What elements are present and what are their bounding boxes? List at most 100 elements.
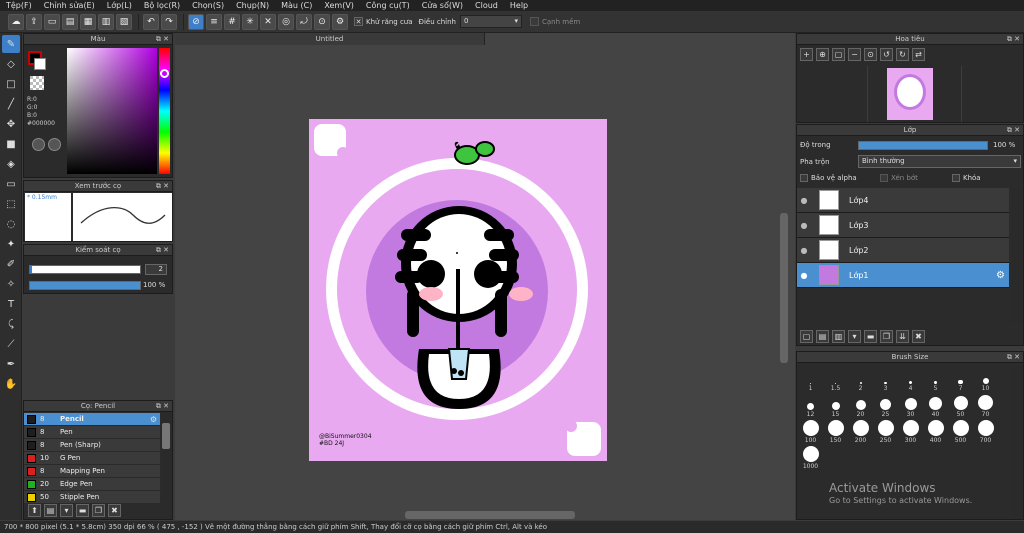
layer-opacity-slider[interactable] — [858, 141, 988, 150]
list-item[interactable]: 8 Pencil ⚙ — [24, 413, 160, 426]
brush-size-cell[interactable]: 2 — [848, 366, 873, 392]
eraser-tool-icon[interactable]: ◇ — [2, 55, 20, 73]
flip-icon[interactable]: ⇄ — [912, 48, 925, 61]
snap-circle-icon[interactable]: ◎ — [278, 13, 294, 30]
pen-tool-icon[interactable]: ✒ — [2, 355, 20, 373]
list-item[interactable]: 8 Mapping Pen — [24, 465, 160, 478]
panel-controls-icon[interactable]: ⧉ ✕ — [156, 401, 169, 412]
snap-grid-icon[interactable]: # — [224, 13, 240, 30]
new-8bit-layer-icon[interactable]: ▥ — [832, 330, 845, 343]
panel-controls-icon[interactable]: ⧉ ✕ — [1007, 352, 1020, 363]
list-item[interactable]: 8 Pen — [24, 426, 160, 439]
folder-icon[interactable]: ▬ — [864, 330, 877, 343]
trash-icon[interactable]: ✖ — [108, 504, 121, 517]
antialias-checkbox[interactable]: ✕ — [354, 17, 363, 26]
layer-item[interactable]: ● Lớp4 — [797, 188, 1009, 213]
layer-menu-icon[interactable]: ▾ — [848, 330, 861, 343]
list-item[interactable]: 20 Edge Pen — [24, 478, 160, 491]
brush-size-cell[interactable]: 250 — [873, 418, 898, 444]
brush-size-cell[interactable]: 15 — [823, 392, 848, 418]
brush-size-cell[interactable]: 70 — [973, 392, 998, 418]
soft-edge-checkbox[interactable] — [530, 17, 539, 26]
eye-icon[interactable]: ● — [797, 246, 811, 255]
brush-size-slider[interactable] — [29, 265, 141, 274]
menu-layer[interactable]: Lớp(L) — [101, 0, 138, 11]
lock-option[interactable]: Khóa — [952, 174, 981, 182]
snap-curve-icon[interactable]: ⤾ — [296, 13, 312, 30]
panel-controls-icon[interactable]: ⧉ ✕ — [156, 245, 169, 256]
adjust-select[interactable]: 0 ▾ — [460, 15, 522, 28]
vertical-scrollbar[interactable] — [780, 213, 788, 363]
select-eraser-tool-icon[interactable]: ✧ — [2, 275, 20, 293]
trash-icon[interactable]: ✖ — [912, 330, 925, 343]
menu-file[interactable]: Tệp(F) — [0, 0, 38, 11]
canvas-area[interactable]: Untitled @BiSummer0304 #BD 24J — [175, 33, 795, 520]
brush-size-cell[interactable]: 12 — [798, 392, 823, 418]
brush-size-cell[interactable]: 40 — [923, 392, 948, 418]
duplicate-layer-icon[interactable]: ❐ — [880, 330, 893, 343]
hue-handle[interactable] — [160, 69, 169, 78]
zoom-fit-icon[interactable]: ⊕ — [816, 48, 829, 61]
lasso-tool-icon[interactable]: ◌ — [2, 215, 20, 233]
layer-item[interactable]: ● Lớp3 — [797, 213, 1009, 238]
select-tool-icon[interactable]: ⬚ — [2, 195, 20, 213]
clip-checkbox[interactable] — [880, 174, 888, 182]
clip-option[interactable]: Xén bớt — [880, 174, 952, 182]
brush-size-cell[interactable]: 25 — [873, 392, 898, 418]
brush-tip-icon[interactable]: ⬆ — [28, 504, 41, 517]
comment-icon[interactable]: ▤ — [62, 13, 78, 30]
line-tool-icon[interactable]: ╱ — [2, 95, 20, 113]
snap-radial-icon[interactable]: ✳ — [242, 13, 258, 30]
brush-size-cell[interactable]: 100 — [798, 418, 823, 444]
layer-list-scrollbar[interactable] — [1011, 188, 1021, 323]
magic-wand-tool-icon[interactable]: ✦ — [2, 235, 20, 253]
brush-size-cell[interactable]: 500 — [948, 418, 973, 444]
new-halftone-layer-icon[interactable]: ▤ — [816, 330, 829, 343]
antialias-option[interactable]: ✕ Khử răng cưa — [354, 17, 413, 26]
copy-icon[interactable]: ❐ — [92, 504, 105, 517]
menu-help[interactable]: Help — [504, 0, 534, 11]
rotate-right-icon[interactable]: ↻ — [896, 48, 909, 61]
brush-size-field[interactable]: 2 — [145, 264, 167, 275]
brush-size-cell[interactable]: 10 — [973, 366, 998, 392]
layout-icon[interactable]: ▥ — [98, 13, 114, 30]
snap-cross-icon[interactable]: ✕ — [260, 13, 276, 30]
brush-opacity-slider[interactable] — [29, 281, 141, 290]
brush-size-cell[interactable]: 200 — [848, 418, 873, 444]
panel-controls-icon[interactable]: ⧉ ✕ — [156, 181, 169, 192]
cloud-icon[interactable]: ☁ — [8, 13, 24, 30]
brush-size-scrollbar[interactable] — [1013, 366, 1023, 516]
panel-controls-icon[interactable]: ⧉ ✕ — [1007, 125, 1020, 136]
menu-color[interactable]: Màu (C) — [275, 0, 318, 11]
text-tool-icon[interactable]: T — [2, 295, 20, 313]
menu-cloud[interactable]: Cloud — [469, 0, 504, 11]
brush-size-cell[interactable]: 4 — [898, 366, 923, 392]
horizontal-scrollbar[interactable] — [405, 511, 575, 519]
transparent-swatch[interactable] — [30, 76, 44, 90]
scroll-thumb[interactable] — [162, 423, 170, 449]
layer-item[interactable]: ● Lớp2 — [797, 238, 1009, 263]
brush-size-cell[interactable]: 700 — [973, 418, 998, 444]
select-pen-tool-icon[interactable]: ✐ — [2, 255, 20, 273]
hue-slider[interactable] — [159, 48, 170, 174]
artwork-canvas[interactable]: @BiSummer0304 #BD 24J — [309, 119, 607, 461]
brush-tool-icon[interactable]: ✎ — [2, 35, 20, 53]
protect-alpha-checkbox[interactable] — [800, 174, 808, 182]
brush-list-scrollbar[interactable] — [161, 413, 171, 501]
blend-mode-select[interactable]: Bình thường ▾ — [858, 155, 1021, 168]
rotate-left-icon[interactable]: ↺ — [880, 48, 893, 61]
panel-controls-icon[interactable]: ⧉ ✕ — [156, 34, 169, 45]
redo-icon[interactable]: ↷ — [161, 13, 177, 30]
zoom-out-icon[interactable]: − — [848, 48, 861, 61]
menu-capture[interactable]: Chụp(N) — [230, 0, 275, 11]
document-tab[interactable]: Untitled — [175, 33, 485, 45]
brush-size-cell[interactable]: 1.5 — [823, 366, 848, 392]
eye-icon[interactable]: ● — [797, 196, 811, 205]
brush-size-cell[interactable]: 7 — [948, 366, 973, 392]
panel-icon[interactable]: ▦ — [80, 13, 96, 30]
menu-view[interactable]: Xem(V) — [318, 0, 360, 11]
list-item[interactable]: 10 G Pen — [24, 452, 160, 465]
merge-down-icon[interactable]: ⇊ — [896, 330, 909, 343]
shape-tool-icon[interactable]: □ — [2, 75, 20, 93]
grid-icon[interactable]: ▧ — [116, 13, 132, 30]
